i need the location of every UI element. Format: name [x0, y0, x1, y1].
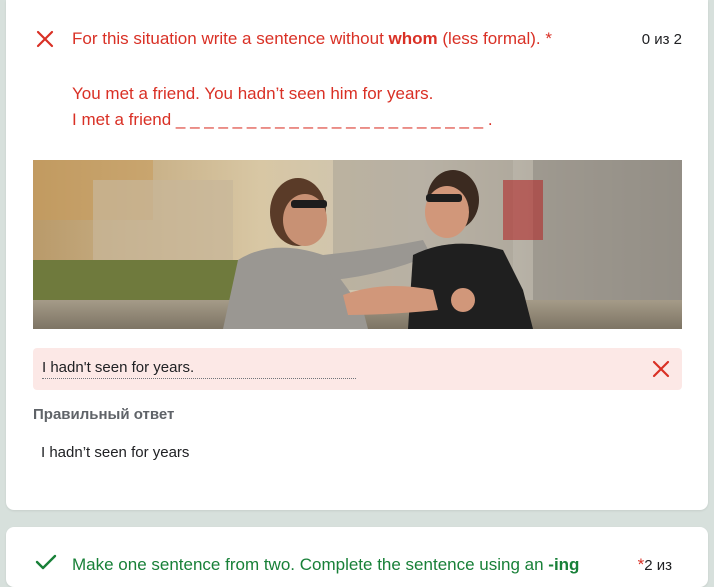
question-title: For this situation write a sentence with…: [72, 29, 552, 48]
incorrect-x-icon: [36, 30, 54, 48]
user-answer-text: I hadn't seen for years.: [42, 359, 356, 379]
correct-answer-label: Правильный ответ: [33, 406, 175, 423]
question-image: [33, 160, 682, 329]
question-title-keyword: whom: [388, 29, 438, 48]
question-title-2: Make one sentence from two. Complete the…: [72, 555, 580, 574]
question-title-2-keyword: -ing: [548, 555, 580, 574]
correct-check-icon: [35, 554, 57, 570]
situation-text: You met a friend. You hadn’t seen him fo…: [72, 84, 434, 103]
wrong-answer-x-icon: [652, 360, 670, 378]
question-card-1: For this situation write a sentence with…: [6, 0, 708, 510]
question-body: You met a friend. You hadn’t seen him fo…: [72, 81, 493, 133]
correct-answer-text: I hadn’t seen for years: [41, 444, 190, 461]
user-answer-box: I hadn't seen for years.: [33, 348, 682, 390]
sentence-prompt: I met a friend _ _ _ _ _ _ _ _ _ _ _ _ _…: [72, 110, 493, 129]
question-card-2: Make one sentence from two. Complete the…: [6, 527, 708, 587]
question-score-2: *2 из: [637, 555, 672, 574]
question-score: 0 из 2: [641, 31, 682, 48]
